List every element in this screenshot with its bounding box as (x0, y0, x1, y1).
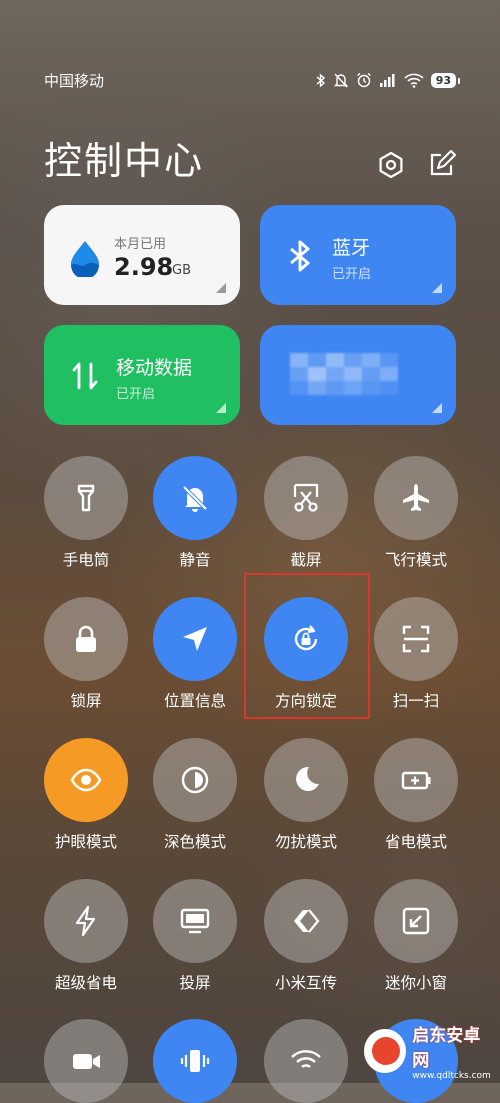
watermark-url: www.qdltcks.com (412, 1071, 491, 1081)
flashlight-icon (77, 484, 95, 512)
mini-window-button[interactable] (374, 879, 458, 963)
dark-mode-label: 深色模式 (163, 833, 226, 851)
eye-care-label: 护眼模式 (54, 833, 117, 851)
rotation-lock-button[interactable] (264, 597, 348, 681)
share-icon (294, 909, 320, 933)
scan-icon (402, 625, 430, 653)
scissors-icon (293, 483, 319, 512)
rotation-lock-label: 方向锁定 (274, 692, 337, 710)
location-button[interactable] (153, 597, 237, 681)
vibrate-icon (180, 1050, 210, 1072)
mute-status-icon (333, 73, 348, 87)
data-usage-value: 2.98 (114, 253, 174, 281)
wifi-status-icon (404, 73, 424, 88)
screen-record-button[interactable] (44, 1019, 128, 1103)
window-icon (402, 907, 430, 935)
expand-corner-icon (216, 403, 226, 413)
rotation-lock-icon (294, 625, 318, 651)
mini-window-label: 迷你小窗 (384, 974, 447, 992)
mi-share-button[interactable] (264, 879, 348, 963)
video-icon (73, 1054, 100, 1069)
mobile-data-status: 已开启 (116, 387, 156, 402)
cast-label: 投屏 (179, 974, 211, 992)
expand-corner-icon (432, 283, 442, 293)
airplane-mode-label: 飞行模式 (384, 551, 447, 569)
status-icons: 93 (316, 72, 461, 88)
mobile-data-label: 移动数据 (116, 357, 193, 379)
status-bar: 中国移动 93 (44, 68, 461, 92)
ultra-battery-saver-button[interactable] (44, 879, 128, 963)
wifi-hotspot-icon (291, 1050, 321, 1068)
watermark: 启东安卓网 www.qdltcks.com (364, 1023, 494, 1081)
battery-icon (401, 771, 431, 790)
battery-level: 93 (430, 72, 461, 88)
alarm-status-icon (356, 72, 371, 88)
eye-icon (70, 768, 102, 792)
edit-icon[interactable] (426, 150, 456, 180)
lock-icon (76, 625, 96, 652)
settings-icon[interactable] (376, 150, 406, 180)
battery-saver-button[interactable] (374, 738, 458, 822)
mobile-data-tile[interactable]: 移动数据 已开启 (44, 325, 240, 425)
lock-screen-label: 锁屏 (70, 692, 102, 710)
location-label: 位置信息 (163, 692, 226, 710)
lock-screen-button[interactable] (44, 597, 128, 681)
data-usage-unit: GB (172, 263, 191, 278)
bluetooth-icon (290, 240, 310, 272)
wifi-tile[interactable] (260, 325, 456, 425)
screenshot-button[interactable] (264, 456, 348, 540)
monitor-icon (180, 908, 210, 934)
expand-corner-icon (432, 403, 442, 413)
vibrate-button[interactable] (153, 1019, 237, 1103)
do-not-disturb-button[interactable] (264, 738, 348, 822)
carrier-name: 中国移动 (44, 71, 105, 90)
cast-button[interactable] (153, 879, 237, 963)
water-drop-icon (71, 241, 99, 277)
scan-label: 扫一扫 (392, 692, 440, 710)
dark-mode-button[interactable] (153, 738, 237, 822)
mi-share-label: 小米互传 (274, 974, 337, 992)
location-arrow-icon (183, 627, 207, 651)
eye-care-button[interactable] (44, 738, 128, 822)
bluetooth-tile[interactable]: 蓝牙 已开启 (260, 205, 456, 305)
bluetooth-status-icon (316, 72, 325, 88)
mobile-data-icon (72, 362, 98, 390)
moon-icon (296, 766, 319, 791)
watermark-logo-icon (364, 1029, 407, 1073)
bluetooth-status: 已开启 (332, 267, 372, 282)
do-not-disturb-label: 勿扰模式 (274, 833, 337, 851)
blurred-wifi-name (290, 353, 398, 395)
flashlight-label: 手电筒 (62, 551, 110, 569)
scan-button[interactable] (374, 597, 458, 681)
mute-button[interactable] (153, 456, 237, 540)
page-title: 控制中心 (44, 139, 205, 183)
watermark-name: 启东安卓网 (412, 1026, 481, 1071)
screenshot-label: 截屏 (290, 551, 322, 569)
airplane-mode-button[interactable] (374, 456, 458, 540)
data-usage-label: 本月已用 (114, 237, 167, 252)
contrast-icon (181, 766, 209, 794)
hotspot-button[interactable] (264, 1019, 348, 1103)
data-usage-tile[interactable]: 本月已用 2.98 GB (44, 205, 240, 305)
mute-label: 静音 (179, 551, 211, 569)
bell-off-icon (182, 485, 208, 512)
bluetooth-label: 蓝牙 (332, 237, 371, 259)
lightning-icon (75, 905, 96, 937)
signal-status-icon (379, 73, 395, 87)
battery-saver-label: 省电模式 (384, 833, 447, 851)
flashlight-button[interactable] (44, 456, 128, 540)
ultra-battery-saver-label: 超级省电 (54, 974, 117, 992)
airplane-icon (403, 484, 429, 511)
expand-corner-icon (216, 283, 226, 293)
